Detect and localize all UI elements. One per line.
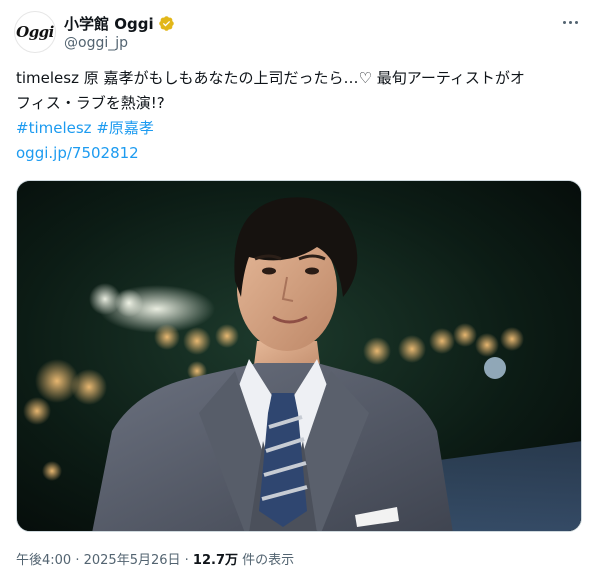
more-dot-icon bbox=[568, 20, 572, 24]
author-name-row: 小学館 Oggi bbox=[64, 13, 175, 34]
avatar-logo-text: Oggi bbox=[16, 23, 54, 41]
tweet-text-line-1: timelesz 原 嘉孝がもしもあなたの上司だったら…♡ 最旬アーティストがオ bbox=[16, 69, 525, 87]
photo-image bbox=[17, 181, 581, 531]
views-count: 12.7万 bbox=[192, 553, 238, 568]
more-options-button[interactable] bbox=[558, 12, 582, 32]
tweet-date[interactable]: 2025年5月26日 bbox=[84, 553, 181, 568]
views-label: 件の表示 bbox=[238, 553, 295, 568]
tweet-meta: 午後4:00 · 2025年5月26日 · 12.7万 件の表示 bbox=[16, 549, 294, 568]
tweet-photo[interactable] bbox=[16, 180, 582, 532]
user-handle[interactable]: @oggi_jp bbox=[64, 35, 128, 51]
hashtag-hara-yoshitaka[interactable]: #原嘉孝 bbox=[96, 119, 154, 137]
link-row: oggi.jp/7502812 bbox=[16, 141, 584, 166]
meta-separator: · bbox=[71, 553, 84, 568]
hashtag-timelesz[interactable]: #timelesz bbox=[16, 119, 92, 137]
meta-separator: · bbox=[180, 553, 193, 568]
tweet-time[interactable]: 午後4:00 bbox=[16, 553, 71, 568]
display-name[interactable]: 小学館 Oggi bbox=[64, 13, 154, 34]
tweet-text-line-2: フィス・ラブを熱演!? bbox=[16, 94, 165, 112]
avatar[interactable]: Oggi bbox=[14, 11, 56, 53]
more-dot-icon bbox=[562, 20, 566, 24]
more-dot-icon bbox=[574, 20, 578, 24]
verified-badge-icon bbox=[158, 16, 174, 31]
article-link[interactable]: oggi.jp/7502812 bbox=[16, 144, 139, 162]
tweet-body: timelesz 原 嘉孝がもしもあなたの上司だったら…♡ 最旬アーティストがオ… bbox=[16, 66, 584, 166]
hashtag-row: #timelesz #原嘉孝 bbox=[16, 116, 584, 141]
